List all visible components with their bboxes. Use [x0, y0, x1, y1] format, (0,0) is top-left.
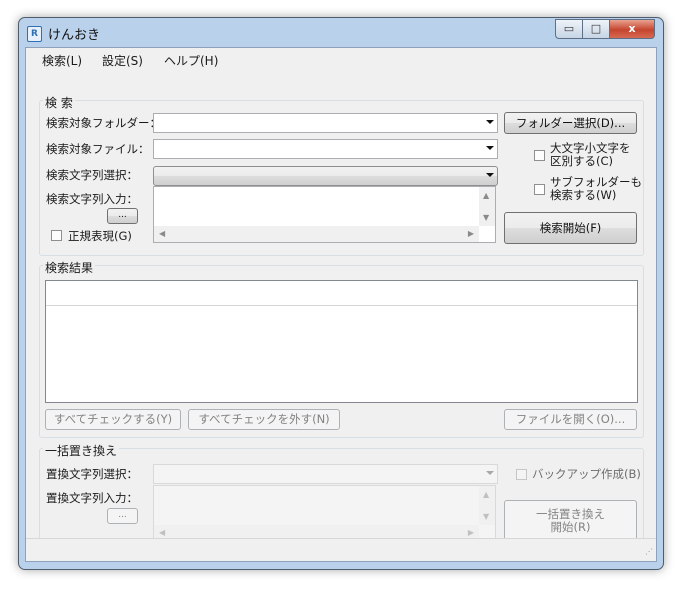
- menu-settings[interactable]: 設定(S): [102, 52, 143, 69]
- menu-help[interactable]: ヘルプ(H): [164, 52, 218, 69]
- minimize-button[interactable]: ▭: [555, 19, 583, 39]
- maximize-button[interactable]: □: [582, 19, 610, 39]
- backup-checkbox[interactable]: [516, 469, 527, 480]
- case-sensitive-label[interactable]: 大文字小文字を 区別する(C): [550, 142, 631, 168]
- status-bar: ⋰: [26, 538, 656, 561]
- string-input-label: 検索文字列入力：: [46, 192, 138, 206]
- chevron-down-icon: [486, 471, 494, 475]
- search-string-combo[interactable]: [153, 166, 498, 186]
- replace-select-label: 置換文字列選択：: [46, 467, 138, 481]
- search-ellipsis-button[interactable]: ...: [107, 208, 138, 224]
- resize-grip-icon[interactable]: ⋰: [645, 548, 653, 558]
- scroll-down-icon[interactable]: ▼: [483, 512, 489, 521]
- replace-start-button[interactable]: 一括置き換え 開始(R): [504, 500, 637, 543]
- regex-label[interactable]: 正規表現(G): [68, 228, 132, 244]
- vertical-scrollbar[interactable]: ▲ ▼: [479, 486, 495, 525]
- results-list-header: [46, 281, 637, 306]
- title-bar[interactable]: R けんおき ▭ □ x: [19, 18, 663, 47]
- backup-label[interactable]: バックアップ作成(B): [532, 466, 641, 482]
- folder-select-button[interactable]: フォルダー選択(D)...: [504, 112, 637, 134]
- search-string-textarea[interactable]: ▲ ▼ ◀ ▶: [153, 186, 496, 243]
- minimize-icon: ▭: [563, 22, 575, 35]
- folder-combo[interactable]: [153, 113, 498, 133]
- open-file-button[interactable]: ファイルを開く(O)...: [504, 409, 637, 430]
- vertical-scrollbar[interactable]: ▲ ▼: [479, 187, 495, 226]
- check-all-button[interactable]: すべてチェックする(Y): [45, 409, 181, 430]
- replace-string-combo[interactable]: [153, 464, 498, 484]
- maximize-icon: □: [590, 22, 602, 35]
- chevron-down-icon: [486, 146, 494, 150]
- menu-bar: 検索(L) 設定(S) ヘルプ(H): [26, 48, 656, 68]
- uncheck-all-button[interactable]: すべてチェックを外す(N): [188, 409, 340, 430]
- replace-input-label: 置換文字列入力：: [46, 491, 138, 505]
- search-group-legend: 検 索: [43, 94, 75, 111]
- subfolders-label[interactable]: サブフォルダーも 検索する(W): [550, 176, 642, 202]
- file-combo[interactable]: [153, 139, 498, 159]
- window-title: けんおき: [48, 28, 101, 43]
- chevron-down-icon: [486, 120, 494, 124]
- results-list[interactable]: [45, 280, 638, 403]
- replace-string-textarea[interactable]: ▲ ▼ ◀ ▶: [153, 485, 496, 542]
- app-icon: R: [27, 26, 42, 42]
- string-select-label: 検索文字列選択：: [46, 168, 138, 182]
- scroll-right-icon[interactable]: ▶: [468, 528, 474, 537]
- scroll-right-icon[interactable]: ▶: [468, 229, 474, 238]
- scroll-down-icon[interactable]: ▼: [483, 213, 489, 222]
- scroll-left-icon[interactable]: ◀: [159, 229, 165, 238]
- client-area: 検索(L) 設定(S) ヘルプ(H) 検 索 検索対象フォルダー： フォルダー選…: [25, 47, 657, 562]
- scroll-up-icon[interactable]: ▲: [483, 490, 489, 499]
- scroll-left-icon[interactable]: ◀: [159, 528, 165, 537]
- subfolders-checkbox[interactable]: [534, 184, 545, 195]
- regex-checkbox[interactable]: [51, 230, 62, 241]
- results-group-legend: 検索結果: [43, 259, 96, 276]
- search-start-button[interactable]: 検索開始(F): [504, 212, 637, 244]
- menu-search[interactable]: 検索(L): [42, 52, 82, 69]
- replace-ellipsis-button[interactable]: ...: [107, 508, 138, 524]
- file-label: 検索対象ファイル：: [46, 142, 150, 156]
- app-window: R けんおき ▭ □ x 検索(L) 設定(S) ヘルプ(H) 検 索 検索対象…: [18, 17, 664, 570]
- close-icon: x: [628, 22, 636, 35]
- case-sensitive-checkbox[interactable]: [534, 150, 545, 161]
- horizontal-scrollbar[interactable]: ◀ ▶: [154, 226, 479, 242]
- close-button[interactable]: x: [609, 19, 655, 39]
- chevron-down-icon: [486, 173, 494, 177]
- replace-group-legend: 一括置き換え: [43, 442, 120, 459]
- folder-label: 検索対象フォルダー：: [46, 116, 161, 130]
- scroll-up-icon[interactable]: ▲: [483, 191, 489, 200]
